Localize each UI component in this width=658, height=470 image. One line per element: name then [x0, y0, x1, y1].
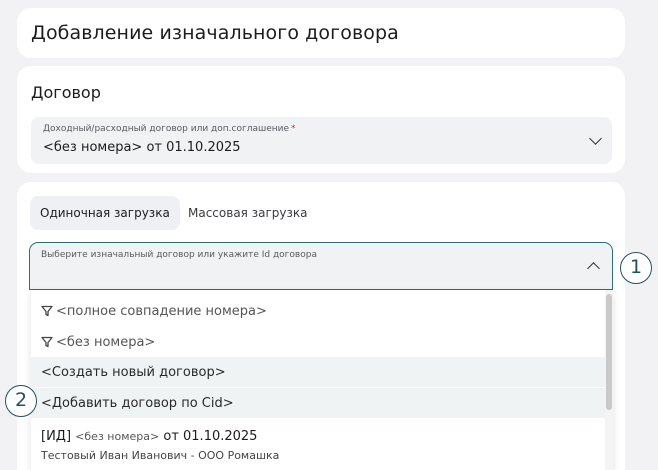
filter-icon	[41, 336, 53, 348]
dropdown-scrollbar[interactable]	[605, 290, 613, 470]
option-label: <Создать новый договор>	[41, 364, 226, 380]
option-label: <полное совпадение номера>	[56, 303, 267, 319]
search-input-label: Выберите изначальный договор или укажите…	[41, 250, 317, 260]
initial-contract-search-input[interactable]: Выберите изначальный договор или укажите…	[29, 242, 613, 290]
callout-marker-1: 1	[620, 252, 652, 284]
contract-card: Договор Доходный/расходный договор или д…	[17, 66, 625, 173]
callout-marker-2: 2	[5, 385, 37, 417]
option-exact-match[interactable]: <полное совпадение номера>	[31, 296, 605, 326]
option-label: <без номера>	[56, 334, 156, 350]
tab-mass-upload[interactable]: Массовая загрузка	[178, 196, 317, 230]
required-mark: *	[291, 124, 296, 134]
contract-select-label-text: Доходный/расходный договор или доп.согла…	[43, 124, 290, 134]
option-no-number[interactable]: <без номера>	[31, 327, 605, 357]
chevron-up-icon[interactable]	[587, 262, 600, 275]
filter-icon	[41, 305, 53, 317]
option-add-contract-by-cid[interactable]: <Добавить договор по Cid>	[31, 388, 605, 418]
title-card: Добавление изначального договора	[17, 8, 625, 58]
option-contract-item[interactable]: [ИД] <без номера> от 01.10.2025 Тестовый…	[31, 420, 605, 470]
contract-item-prefix: [ИД]	[41, 428, 72, 444]
contract-item-parties: Тестовый Иван Иванович - ООО Ромашка	[41, 448, 280, 462]
contract-dropdown-list: <полное совпадение номера> <без номера> …	[31, 290, 613, 470]
tab-single-upload[interactable]: Одиночная загрузка	[30, 196, 180, 230]
page-title: Добавление изначального договора	[31, 22, 399, 44]
contract-heading: Договор	[31, 83, 101, 102]
chevron-down-icon[interactable]	[589, 131, 602, 145]
contract-select-label: Доходный/расходный договор или доп.согла…	[43, 124, 296, 134]
option-create-new-contract[interactable]: <Создать новый договор>	[31, 357, 605, 387]
contract-select-value: <без номера> от 01.10.2025	[43, 140, 241, 155]
contract-select[interactable]: Доходный/расходный договор или доп.согла…	[31, 117, 612, 164]
option-label: <Добавить договор по Cid>	[41, 395, 234, 411]
contract-item-title: [ИД] <без номера> от 01.10.2025	[41, 429, 257, 444]
scrollbar-thumb[interactable]	[606, 294, 612, 410]
contract-item-number: <без номера>	[75, 429, 160, 443]
contract-item-date: от 01.10.2025	[163, 428, 258, 444]
